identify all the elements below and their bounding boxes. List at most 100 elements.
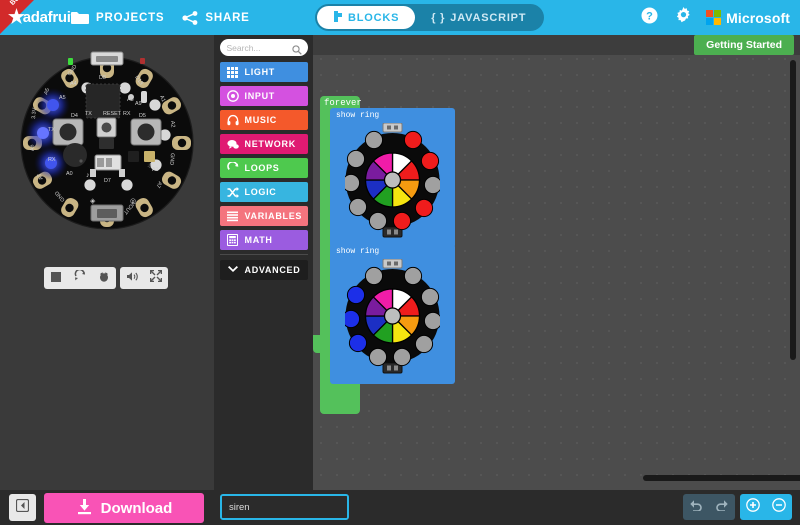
project-name-field[interactable] <box>220 494 349 520</box>
svg-text:RESET: RESET <box>103 111 122 117</box>
refresh-icon <box>74 268 86 287</box>
search-input[interactable] <box>226 42 301 53</box>
zoom-in-button[interactable] <box>740 494 766 520</box>
simulator-panel: GND A5 3.3V A6 A7 GND D13 A1 A2 GND A7 V… <box>0 35 214 490</box>
undo-icon <box>689 498 703 516</box>
expand-icon <box>150 269 162 287</box>
share-menu-button[interactable]: SHARE <box>173 0 258 35</box>
category-input[interactable]: INPUT <box>219 86 308 106</box>
question-circle-icon: ? <box>641 7 658 29</box>
blocks-icon <box>333 10 343 25</box>
svg-text:◎: ◎ <box>130 198 136 205</box>
chat-icon <box>226 138 239 150</box>
undo-redo-group <box>683 494 735 520</box>
mute-button[interactable] <box>120 267 144 289</box>
category-label: LOGIC <box>244 187 277 197</box>
workspace-vertical-scrollbar[interactable] <box>790 60 796 360</box>
gear-icon <box>675 6 692 29</box>
calculator-icon <box>227 234 239 246</box>
bug-icon <box>98 269 110 287</box>
projects-menu-button[interactable]: PROJECTS <box>62 0 173 35</box>
category-music[interactable]: MUSIC <box>219 110 308 130</box>
show-ring-label: show ring <box>336 111 380 120</box>
stop-button[interactable] <box>44 267 68 289</box>
circuit-playground-board[interactable]: GND A5 3.3V A6 A7 GND D13 A1 A2 GND A7 V… <box>7 43 207 243</box>
bottom-toolbar: Download <box>0 490 800 525</box>
settings-button[interactable] <box>668 0 698 35</box>
category-math[interactable]: MATH <box>219 230 308 250</box>
forever-label: forever <box>324 98 362 108</box>
svg-text:RX: RX <box>123 111 131 117</box>
share-label: SHARE <box>205 11 250 24</box>
help-button[interactable]: ? <box>634 0 664 35</box>
svg-text:☃: ☃ <box>147 161 153 170</box>
svg-text:D4: D4 <box>71 113 78 119</box>
collapse-simulator-button[interactable] <box>9 494 36 521</box>
toolbox-divider <box>219 254 308 255</box>
sim-audio-controls <box>120 267 168 289</box>
editor-mode-toggle: BLOCKS { } JAVASCRIPT <box>315 4 545 31</box>
braces-icon: { } <box>431 11 446 24</box>
search-icon <box>291 42 302 60</box>
share-icon <box>182 10 198 25</box>
target-icon <box>226 90 239 102</box>
grid-icon <box>227 66 239 78</box>
category-label: MUSIC <box>244 115 277 125</box>
category-label: NETWORK <box>244 139 296 149</box>
svg-text:TX: TX <box>85 111 92 117</box>
workspace-horizontal-scrollbar[interactable] <box>643 475 800 481</box>
category-label: MATH <box>244 235 273 245</box>
ring-picker-2[interactable] <box>341 258 443 379</box>
sim-run-controls <box>44 267 116 289</box>
category-loops[interactable]: LOOPS <box>219 158 308 178</box>
svg-text:RX: RX <box>48 157 56 163</box>
blocks-label: BLOCKS <box>348 11 400 24</box>
undo-button[interactable] <box>683 494 709 520</box>
getting-started-button[interactable]: Getting Started <box>694 35 794 55</box>
speaker-icon <box>126 269 139 287</box>
category-light[interactable]: LIGHT <box>219 62 308 82</box>
debug-button[interactable] <box>92 267 116 289</box>
category-variables[interactable]: VARIABLES <box>219 206 308 226</box>
category-label: ADVANCED <box>244 265 301 275</box>
toolbox-search[interactable] <box>219 39 308 56</box>
zoom-out-button[interactable] <box>766 494 792 520</box>
category-label: INPUT <box>244 91 275 101</box>
category-logic[interactable]: LOGIC <box>219 182 308 202</box>
blocks-toolbox: LIGHT INPUT MUSIC NETWORK LOOPS LOGIC <box>214 35 313 490</box>
svg-text:A9: A9 <box>135 101 142 107</box>
svg-text:◈: ◈ <box>90 198 96 205</box>
category-network[interactable]: NETWORK <box>219 134 308 154</box>
top-header-bar: Beta ★ adafruit PROJECTS SHARE <box>0 0 800 35</box>
zoom-in-icon <box>746 497 760 517</box>
svg-text:GND: GND <box>168 153 175 165</box>
svg-text:♪: ♪ <box>86 172 90 179</box>
tab-javascript[interactable]: { } JAVASCRIPT <box>415 6 542 29</box>
download-button[interactable]: Download <box>44 493 204 523</box>
folder-icon <box>71 11 89 25</box>
redo-button[interactable] <box>709 494 735 520</box>
ring-picker-1[interactable] <box>341 122 443 243</box>
project-name-input[interactable] <box>222 496 347 518</box>
fullscreen-button[interactable] <box>144 267 168 289</box>
tab-blocks[interactable]: BLOCKS <box>317 6 416 29</box>
microsoft-logo[interactable]: Microsoft <box>706 10 790 26</box>
loop-icon <box>226 162 239 174</box>
svg-text:D5: D5 <box>139 113 146 119</box>
svg-text:A4: A4 <box>70 81 77 87</box>
blocks-workspace[interactable]: forever show ring show ring <box>313 35 800 490</box>
svg-text:A5: A5 <box>59 95 66 101</box>
download-label: Download <box>100 499 173 517</box>
workspace-action-buttons <box>683 494 792 520</box>
toolbox-category-list: LIGHT INPUT MUSIC NETWORK LOOPS LOGIC VA… <box>214 62 313 280</box>
block-show-ring-2[interactable]: show ring <box>330 244 455 384</box>
headphones-icon <box>226 114 239 126</box>
restart-button[interactable] <box>68 267 92 289</box>
show-ring-label: show ring <box>336 247 380 256</box>
category-advanced[interactable]: ADVANCED <box>219 260 308 280</box>
download-icon <box>76 498 93 519</box>
svg-text:A0: A0 <box>66 171 73 177</box>
svg-text:3.3V: 3.3V <box>31 107 38 119</box>
collapse-panel-icon <box>15 498 30 517</box>
block-show-ring-1[interactable]: show ring <box>330 108 455 248</box>
